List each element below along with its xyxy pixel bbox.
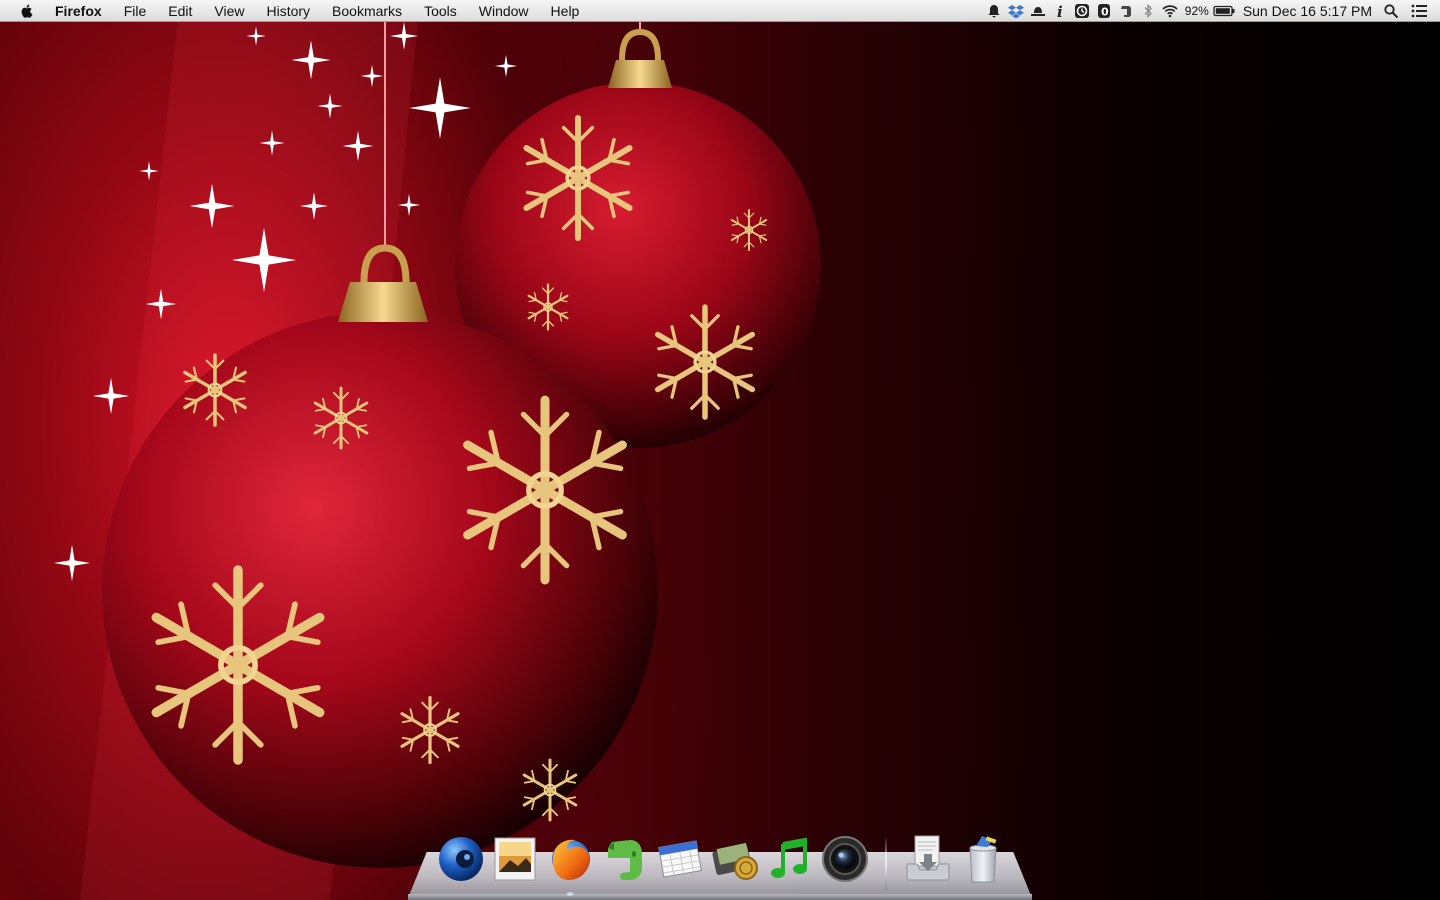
menu-help[interactable]: Help <box>540 0 591 22</box>
menu-history[interactable]: History <box>255 0 321 22</box>
apple-menu-icon[interactable] <box>19 3 35 19</box>
evernote-status-icon[interactable] <box>1115 0 1137 22</box>
notification-center-icon[interactable] <box>1408 0 1430 22</box>
menu-view[interactable]: View <box>203 0 255 22</box>
running-indicator <box>566 892 574 896</box>
svg-text:i: i <box>1057 3 1063 19</box>
menu-edit[interactable]: Edit <box>157 0 203 22</box>
menu-window[interactable]: Window <box>468 0 540 22</box>
notification-bell-icon[interactable] <box>983 0 1005 22</box>
dock-item-preview[interactable] <box>490 834 540 884</box>
hat-icon[interactable] <box>1027 0 1049 22</box>
menu-bar-clock[interactable]: Sun Dec 16 5:17 PM <box>1235 0 1380 22</box>
evernote-icon <box>608 840 642 880</box>
desktop-wallpaper <box>0 0 1440 900</box>
app-menu-firefox[interactable]: Firefox <box>55 0 113 22</box>
dock-separator <box>885 836 887 890</box>
dock-item-trash[interactable] <box>958 834 1008 884</box>
dock-item-calendar[interactable] <box>655 834 705 884</box>
dropbox-icon[interactable] <box>1005 0 1027 22</box>
wallet-icon <box>712 842 758 880</box>
menu-bar: Firefox File Edit View History Bookmarks… <box>0 0 1440 22</box>
dock-item-camera[interactable] <box>820 834 870 884</box>
time-machine-icon[interactable] <box>1071 0 1093 22</box>
dock-item-downloads-stack[interactable] <box>903 834 953 884</box>
spotlight-icon[interactable] <box>1380 0 1402 22</box>
dock-item-wallet[interactable] <box>710 834 760 884</box>
downloads-stack-icon <box>906 835 950 881</box>
battery-icon[interactable] <box>1213 0 1235 22</box>
menu-bar-status-area: i 0 92% Sun Dec 16 5:17 PM <box>983 0 1430 22</box>
itunes-icon <box>771 837 807 878</box>
menu-file[interactable]: File <box>113 0 158 22</box>
menu-bar-left: Firefox File Edit View History Bookmarks… <box>0 0 590 22</box>
firefox-icon <box>552 839 590 880</box>
bluetooth-icon[interactable] <box>1137 0 1159 22</box>
svg-text:0: 0 <box>1101 6 1109 19</box>
battery-percent: 92% <box>1184 4 1209 18</box>
camera-icon <box>822 836 868 882</box>
ical-icon <box>658 840 702 878</box>
dock-item-itunes[interactable] <box>765 834 815 884</box>
christmas-ornaments-artwork <box>53 0 821 900</box>
menu-bookmarks[interactable]: Bookmarks <box>321 0 413 22</box>
menu-tools[interactable]: Tools <box>413 0 468 22</box>
finder-camera-icon <box>439 837 483 881</box>
dock-item-finder-camera[interactable] <box>436 834 486 884</box>
dock-item-evernote[interactable] <box>600 834 650 884</box>
info-icon[interactable]: i <box>1049 0 1071 22</box>
trash-icon <box>969 836 997 883</box>
one-password-icon[interactable]: 0 <box>1093 0 1115 22</box>
preview-icon <box>494 837 536 881</box>
dock-item-firefox[interactable] <box>545 834 595 896</box>
wifi-icon[interactable] <box>1159 0 1181 22</box>
dock-shelf-edge <box>408 894 1032 900</box>
